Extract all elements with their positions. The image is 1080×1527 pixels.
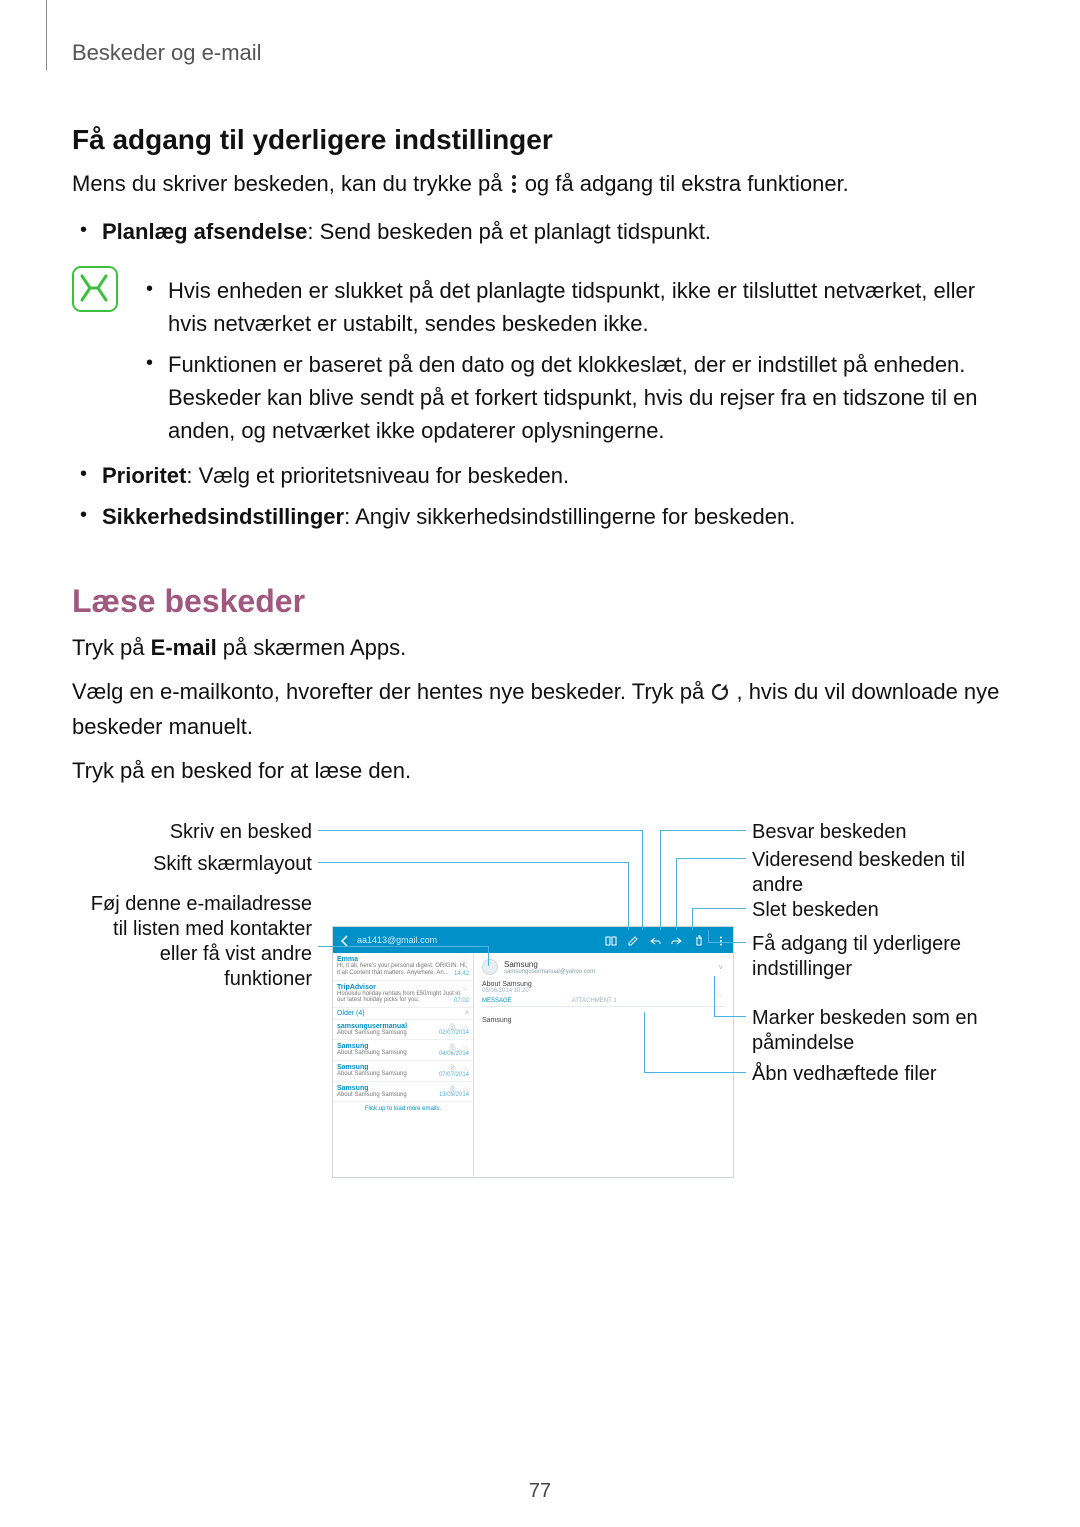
tab-attachment[interactable]: ATTACHMENT 1 [572,998,617,1004]
sender: Emma [337,956,469,963]
label: Sikkerhedsindstillinger [102,504,344,529]
spine-line [46,0,47,70]
callout-more: Få adgang til yderligere indstillinger [752,932,1012,982]
text: : Angiv sikkerhedsindstillingerne for be… [344,504,795,529]
date: 13/05/2014 [439,1092,469,1098]
refresh-icon [710,679,730,711]
divider [482,1006,725,1007]
page-number: 77 [0,1480,1080,1503]
bullet-schedule-send: Planlæg afsendelse: Send beskeden på et … [72,215,1008,248]
callout-reply: Besvar beskeden [752,820,1012,845]
text: på skærmen Apps. [217,635,407,660]
sender: TripAdvisor [337,984,469,991]
back-icon[interactable] [339,934,351,946]
from-name: Samsung [504,960,595,969]
note-bullet-1: Hvis enheden er slukket på det planlagte… [138,274,1008,340]
date: 07/07/2014 [439,1072,469,1078]
paragraph-intro: Mens du skriver beskeden, kan du trykke … [72,168,1008,203]
chevron-down-icon[interactable]: ˅ [718,963,723,972]
heading-additional-settings: Få adgang til yderligere indstillinger [72,124,1008,156]
email-app-screenshot: aa1413@gmail.com ☆ Emma Hi, it all, h [332,926,734,1178]
bullet-priority: Prioritet: Vælg et prioritetsniveau for … [72,459,1008,492]
mail-list[interactable]: ☆ Emma Hi, it all, here's your personal … [333,953,474,1177]
date: 04/06/2014 [439,1051,469,1057]
account-address[interactable]: aa1413@gmail.com [357,935,437,945]
label: Prioritet [102,463,186,488]
email-reader-diagram: Skriv en besked Skift skærmlayout Føj de… [72,816,1008,1296]
callout-contact: Føj denne e-mailadresse til listen med k… [72,892,312,992]
callout-attachments: Åbn vedhæftede filer [752,1062,1012,1087]
chevron-up-icon: ˄ [465,1010,469,1017]
text: Mens du skriver beskeden, kan du trykke … [72,171,509,196]
paragraph-tap-message: Tryk på en besked for at læse den. [72,755,1008,787]
list-item[interactable]: 🖇 ☆ Samsung About Samsung Samsung 04/06/… [333,1040,473,1061]
text: Tryk på [72,635,151,660]
list-footer: Flick up to load more emails. [333,1102,473,1116]
date: 02/07/2014 [439,1030,469,1036]
delete-icon[interactable] [693,934,705,946]
snippet: Honolulu holiday rentals from £50/night … [337,991,469,1004]
bullet-security: Sikkerhedsindstillinger: Angiv sikkerhed… [72,500,1008,533]
star-icon[interactable]: ☆ [715,989,723,1000]
mail-view: ˅ ☆ Samsung samsungusermanual@yahoo.com … [474,953,733,1177]
text: : Vælg et prioritetsniveau for beskeden. [186,463,569,488]
time: 07:02 [454,998,469,1004]
label: Planlæg afsendelse [102,219,307,244]
list-item[interactable]: 🖇 ☆ Samsung About Samsung Samsung 13/05/… [333,1082,473,1103]
mail-date: 05/06/2014 10:20 [482,988,725,994]
text: : Send beskeden på et planlagt tidspunkt… [307,219,711,244]
paragraph-select-account: Vælg en e-mailkonto, hvorefter der hente… [72,676,1008,743]
time: 14:42 [454,971,469,977]
label: Older (4) [337,1010,365,1017]
star-icon[interactable]: ☆ [462,984,469,993]
compose-icon[interactable] [627,934,639,946]
app-bar: aa1413@gmail.com [333,927,733,953]
text-strong: E-mail [151,635,217,660]
mail-subject: About Samsung [482,981,725,988]
list-item[interactable]: ☆ TripAdvisor Honolulu holiday rentals f… [333,981,473,1008]
note-icon [72,266,118,312]
list-group-older[interactable]: Older (4) ˄ [333,1008,473,1020]
reply-icon[interactable] [649,934,661,946]
list-item[interactable]: ☆ Emma Hi, it all, here's your personal … [333,953,473,980]
star-icon[interactable]: ☆ [462,956,469,965]
more-options-icon[interactable] [715,934,727,946]
forward-icon[interactable] [671,934,683,946]
avatar[interactable] [482,959,498,975]
callout-reminder: Marker beskeden som en påmindelse [752,1006,1012,1056]
text: og få adgang til ekstra funktioner. [525,171,849,196]
tab-message[interactable]: MESSAGE [482,998,512,1004]
list-item[interactable]: 🖇 ☆ samsungusermanual About Samsung Sams… [333,1020,473,1041]
callout-forward: Videresend beskeden til andre [752,848,1012,898]
list-item[interactable]: 🖇 ☆ Samsung About Samsung Samsung 07/07/… [333,1061,473,1082]
more-options-icon [509,171,519,203]
section-read-messages: Læse beskeder [72,583,1008,620]
breadcrumb: Beskeder og e-mail [72,40,1008,66]
layout-icon[interactable] [605,934,617,946]
text: Vælg en e-mailkonto, hvorefter der hente… [72,679,710,704]
paragraph-tap-email: Tryk på E-mail på skærmen Apps. [72,632,1008,664]
callout-compose: Skriv en besked [72,820,312,845]
note-bullet-2: Funktionen er baseret på den dato og det… [138,348,1008,447]
from-address: samsungusermanual@yahoo.com [504,969,595,975]
callout-delete: Slet beskeden [752,898,1012,923]
callout-layout: Skift skærmlayout [72,852,312,877]
mail-body: Samsung [482,1017,725,1024]
snippet: Hi, it all, here's your personal digest.… [337,963,469,976]
